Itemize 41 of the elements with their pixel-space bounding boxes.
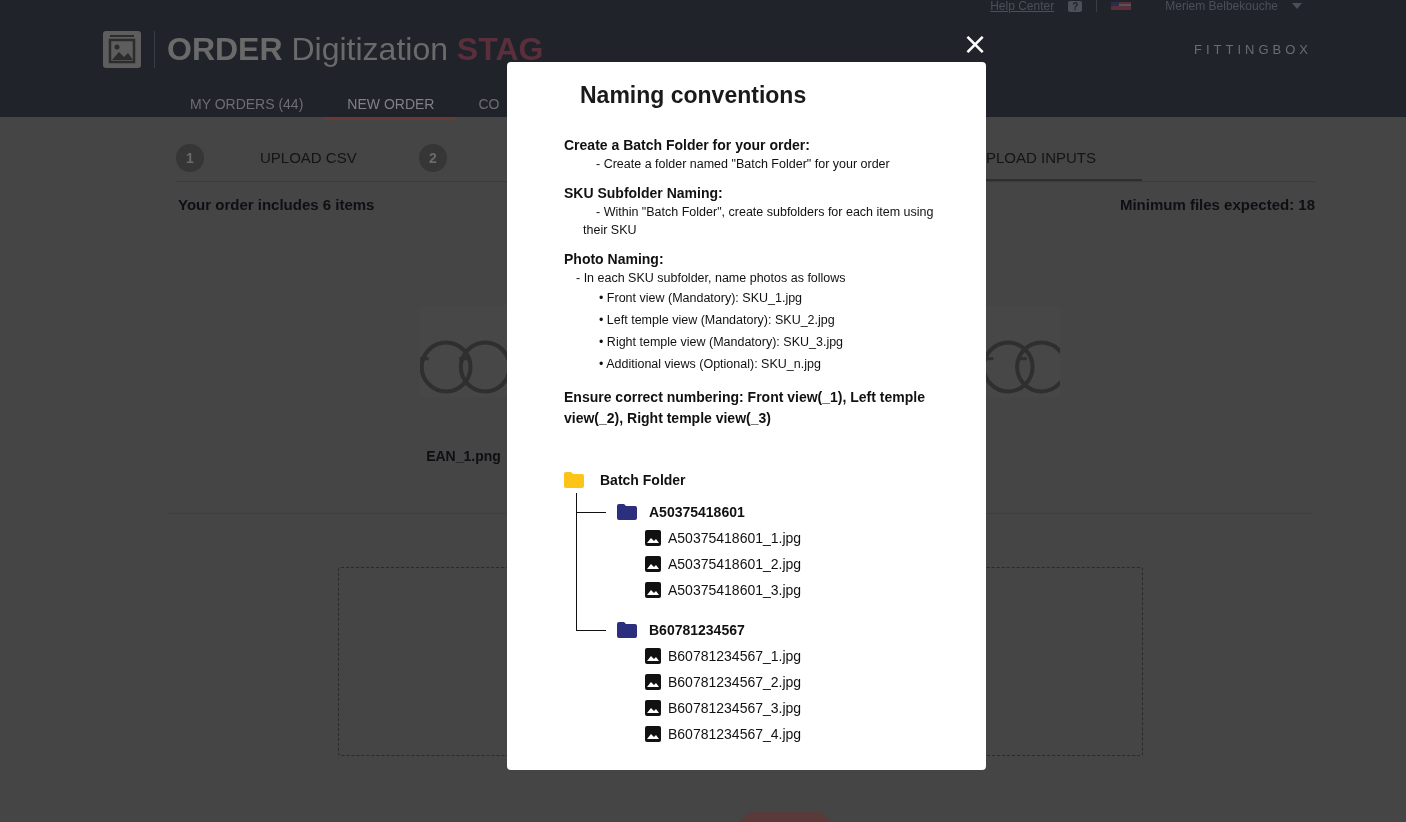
flag-icon[interactable]	[1111, 2, 1132, 10]
brand-logo: FITTINGBOX	[1194, 41, 1312, 57]
folder-name: Batch Folder	[600, 472, 686, 488]
nav-tab[interactable]: MY ORDERS (44)	[168, 91, 326, 120]
instruction-text: - In each SKU subfolder, name photos as follows	[575, 270, 847, 287]
folder-icon	[617, 504, 637, 520]
instruction-text: - Create a folder named "Batch Folder" for your order	[595, 156, 891, 173]
file-name: B60781234567_2.jpg	[668, 674, 802, 690]
section-heading: Photo Naming:	[564, 250, 665, 269]
file-name: A50375418601_2.jpg	[668, 556, 802, 572]
image-icon	[645, 648, 661, 664]
file-name: A50375418601_3.jpg	[668, 582, 802, 598]
folder-name: B60781234567	[649, 622, 745, 638]
image-icon	[645, 700, 661, 716]
logo-icon	[103, 30, 141, 68]
file-name: B60781234567_1.jpg	[668, 648, 802, 664]
help-badge[interactable]: ?	[1068, 0, 1083, 12]
caret-icon[interactable]	[1292, 3, 1302, 9]
app-title: ORDER Digitization STAG	[167, 30, 544, 68]
bullet-item: • Right temple view (Mandatory): SKU_3.jpg	[598, 334, 845, 351]
bullet-item: • Front view (Mandatory): SKU_1.jpg	[598, 290, 804, 307]
bullet-item: • Left temple view (Mandatory): SKU_2.jpg	[598, 312, 836, 329]
image-icon	[645, 582, 661, 598]
folder-icon	[617, 622, 637, 638]
folder-name: A50375418601	[649, 504, 745, 520]
file-name: A50375418601_1.jpg	[668, 530, 802, 546]
nav-tab[interactable]: NEW ORDER	[325, 91, 457, 120]
image-icon	[645, 726, 661, 742]
instruction-text: - Within "Batch Folder", create subfolders for each item using their SKU	[582, 204, 935, 239]
file-name: B60781234567_4.jpg	[668, 726, 802, 742]
folder-icon	[564, 472, 584, 488]
section-heading: Create a Batch Folder for your order:	[564, 136, 811, 155]
image-icon	[645, 530, 661, 546]
image-icon	[645, 674, 661, 690]
modal-title: Naming conventions	[580, 82, 808, 109]
section-heading: SKU Subfolder Naming:	[564, 184, 724, 203]
bullet-item: • Additional views (Optional): SKU_n.jpg	[598, 356, 822, 373]
file-name: B60781234567_3.jpg	[668, 700, 802, 716]
image-icon	[645, 556, 661, 572]
image-filename: EAN_1.png	[426, 448, 501, 464]
section-heading: Ensure correct numbering: Front view(_1), Left temple view(_2), Right temple view(_3)	[564, 388, 926, 428]
